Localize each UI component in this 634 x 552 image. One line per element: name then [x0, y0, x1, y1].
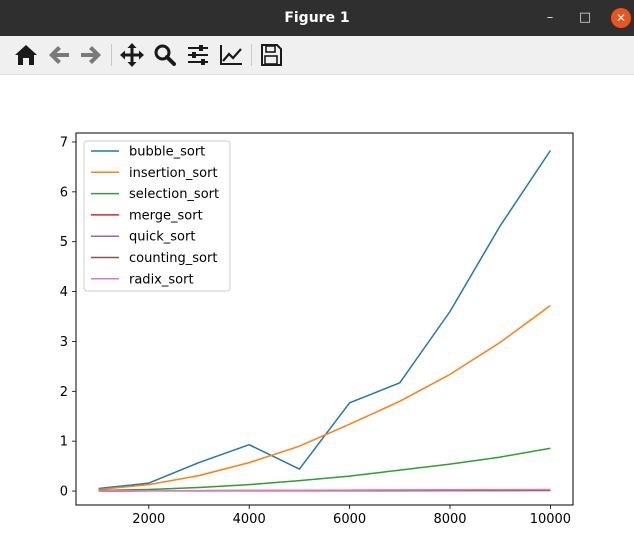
y-tick-label: 7 [60, 135, 68, 150]
minimize-button[interactable]: – [538, 0, 562, 36]
toolbar-separator [251, 44, 252, 66]
configure-subplots-button[interactable] [184, 42, 212, 68]
plot-area[interactable]: 2000 4000 6000 8000 10000 0 1 2 3 4 5 6 7 bubble_so… [0, 75, 634, 552]
toolbar-separator [111, 44, 112, 66]
back-button[interactable] [45, 42, 73, 68]
save-button[interactable] [257, 42, 285, 68]
x-tick-label: 4000 [233, 512, 266, 527]
y-tick-label: 2 [60, 385, 68, 400]
pan-icon [120, 43, 144, 67]
legend-label-quick-sort: quick_sort [129, 230, 195, 245]
home-button[interactable] [12, 42, 40, 68]
edit-axis-icon [220, 45, 242, 65]
save-icon [261, 44, 282, 66]
y-tick-label: 3 [60, 335, 68, 350]
toolbar [0, 36, 634, 75]
legend-label-selection-sort: selection_sort [129, 187, 219, 202]
x-tick-label: 8000 [433, 512, 466, 527]
maximize-button[interactable]: □ [573, 0, 597, 36]
zoom-icon [154, 44, 176, 66]
pan-button[interactable] [118, 42, 146, 68]
legend-label-bubble-sort: bubble_sort [129, 145, 205, 160]
forward-button[interactable] [77, 42, 105, 68]
x-tick-label: 2000 [132, 512, 165, 527]
forward-arrow-icon [81, 46, 101, 64]
y-tick-label: 6 [60, 185, 68, 200]
x-tick-label: 6000 [333, 512, 366, 527]
legend-label-radix-sort: radix_sort [129, 272, 194, 287]
y-tick-label: 0 [60, 485, 68, 500]
zoom-button[interactable] [151, 42, 179, 68]
configure-subplots-icon [188, 45, 208, 65]
y-tick-label: 1 [60, 435, 68, 450]
close-button[interactable]: ✕ [611, 8, 631, 28]
legend-label-counting-sort: counting_sort [129, 251, 217, 266]
edit-axis-button[interactable] [217, 42, 245, 68]
x-tick-label: 10000 [530, 512, 571, 527]
legend-label-merge-sort: merge_sort [129, 208, 203, 223]
home-icon [15, 45, 37, 65]
window-titlebar: Figure 1 – □ ✕ [0, 0, 634, 36]
back-arrow-icon [49, 46, 69, 64]
y-tick-label: 5 [60, 235, 68, 250]
y-tick-label: 4 [60, 285, 68, 300]
legend-label-insertion-sort: insertion_sort [129, 166, 218, 181]
legend: bubble_sort insertion_sort selection_sortm… [83, 140, 231, 292]
